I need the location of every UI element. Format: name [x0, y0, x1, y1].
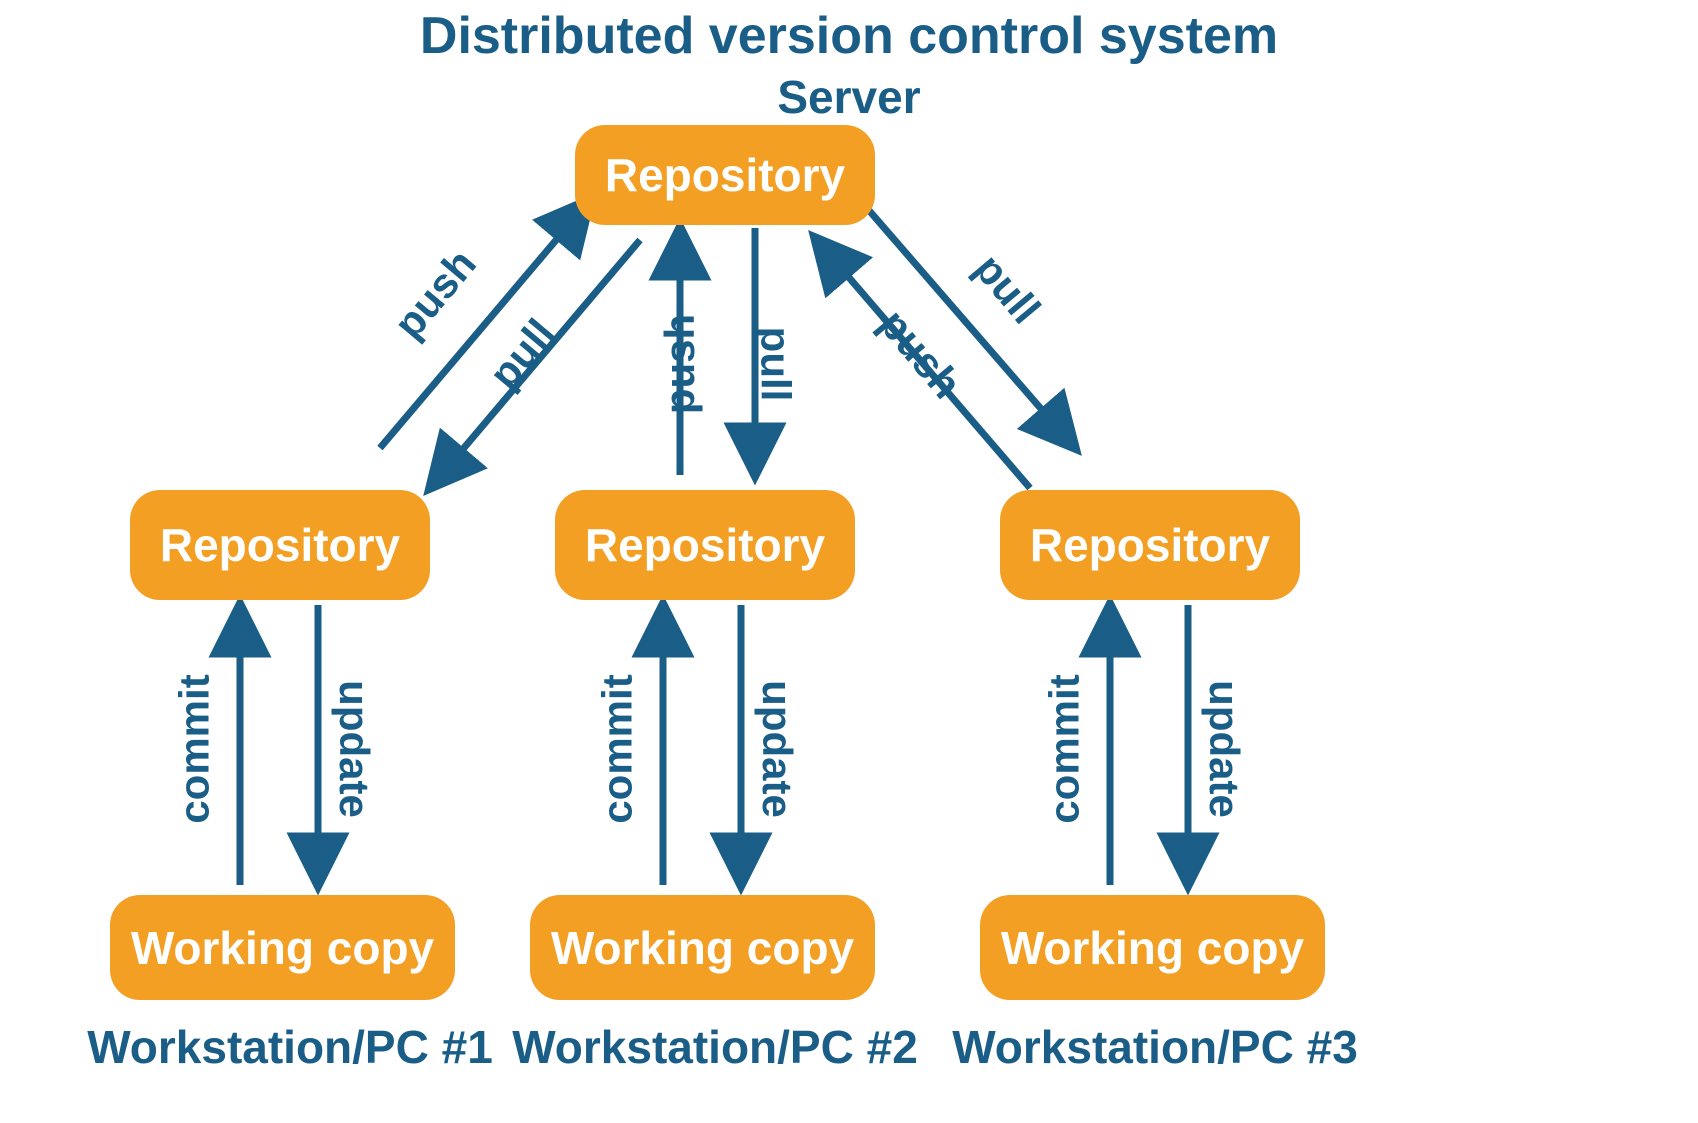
server-label: Server [0, 70, 1698, 124]
ws3-wc-node: Working copy [980, 895, 1325, 1000]
ws2-wc-node: Working copy [530, 895, 875, 1000]
ws2-pull-label: pull [751, 327, 799, 402]
ws1-wc-node: Working copy [110, 895, 455, 1000]
ws3-update-label: update [1200, 680, 1248, 818]
server-repo-node: Repository [575, 125, 875, 225]
ws2-commit-label: commit [594, 674, 642, 823]
ws3-caption: Workstation/PC #3 [930, 1020, 1380, 1074]
ws2-push-label: push [656, 314, 704, 414]
ws2-repo-node: Repository [555, 490, 855, 600]
ws2-update-label: update [753, 680, 801, 818]
ws1-commit-label: commit [171, 674, 219, 823]
ws1-update-label: update [330, 680, 378, 818]
ws2-caption: Workstation/PC #2 [490, 1020, 940, 1074]
ws1-repo-node: Repository [130, 490, 430, 600]
diagram-title: Distributed version control system [0, 6, 1698, 66]
ws3-commit-label: commit [1041, 674, 1089, 823]
ws3-repo-node: Repository [1000, 490, 1300, 600]
ws1-caption: Workstation/PC #1 [65, 1020, 515, 1074]
